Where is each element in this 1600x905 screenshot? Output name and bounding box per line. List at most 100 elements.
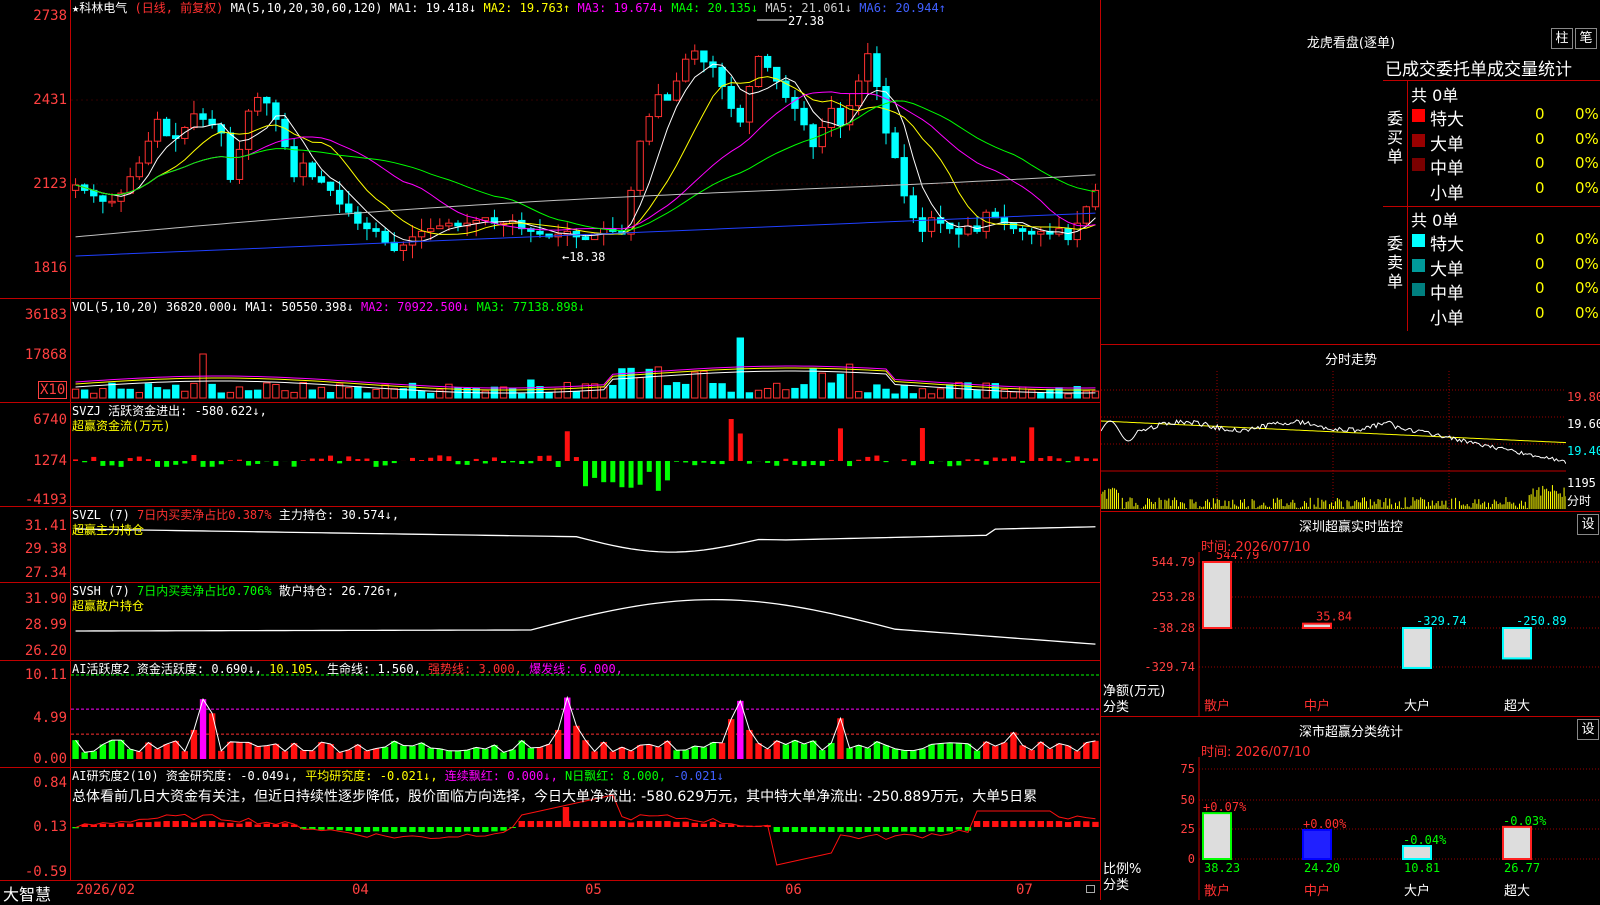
sz-monitor-settings-button[interactable]: 设 — [1577, 514, 1599, 535]
volume-bar — [774, 383, 780, 398]
sell-row-pct: 0% — [1575, 230, 1599, 248]
volume-bar — [418, 391, 424, 398]
volume-bar — [855, 392, 861, 398]
kline-mode[interactable]: (日线, 前复权) — [134, 1, 223, 15]
ai-activity-panel[interactable]: 10.11 4.99 0.00 AI活跃度2 资金活跃度: 0.690↓, 10… — [0, 661, 1100, 768]
volume-bar — [874, 385, 880, 398]
candle-body — [764, 56, 770, 67]
candle-body — [100, 196, 106, 201]
volume-bar — [446, 384, 452, 398]
volume-bar — [564, 382, 570, 398]
kline-ylab: 2431 — [33, 93, 67, 107]
volume-panel[interactable]: 36183 17868 X10 VOL(5,10,20) 36820.000↓ … — [0, 299, 1100, 403]
activity-bar — [254, 746, 260, 759]
sell-row-name: 大单 — [1430, 255, 1464, 280]
ai1-ylab: 4.99 — [33, 711, 67, 725]
flow-bar — [109, 461, 114, 465]
holding-line — [76, 600, 1096, 645]
research-bar — [937, 827, 943, 832]
candle-body — [701, 51, 707, 62]
activity-bar — [801, 744, 807, 759]
sz-class-bar-value: 24.20 — [1304, 861, 1340, 875]
stock-name[interactable]: ★科林电气 — [72, 1, 127, 15]
intraday-plot[interactable] — [1101, 371, 1566, 511]
kline-y-axis: 2738 2431 2123 1816 — [0, 0, 71, 298]
research-bar — [446, 827, 452, 832]
ai1-y-axis: 10.11 4.99 0.00 — [0, 661, 71, 767]
research-bar — [227, 823, 233, 827]
activity-bar — [91, 751, 97, 759]
volume-bar — [837, 374, 843, 398]
date-label: 04 — [352, 882, 369, 898]
research-bar — [528, 821, 534, 827]
volume-bar — [482, 391, 488, 398]
research-bar — [1074, 821, 1080, 827]
flow-bar — [956, 461, 961, 466]
svsh-panel[interactable]: 31.90 28.99 26.20 SVSH (7) 7日内买卖净占比0.706… — [0, 583, 1100, 661]
ai2-plot[interactable] — [71, 768, 1100, 880]
buy-row-color-swatch — [1412, 158, 1425, 171]
kline-panel[interactable]: 2738 2431 2123 1816 ★科林电气 (日线, 前复权) MA(5… — [0, 0, 1100, 299]
activity-bar — [846, 748, 852, 759]
candle-body — [1019, 229, 1025, 232]
flow-bar — [738, 433, 743, 461]
ai2-v4: N日飘红: 8.000, — [565, 769, 666, 783]
activity-bar — [655, 747, 661, 759]
svzj-panel[interactable]: 6740 1274 -4193 SVZJ 活跃资金进出: -580.622↓, … — [0, 403, 1100, 507]
candle-body — [655, 95, 661, 117]
research-bar — [855, 827, 861, 832]
candle-body — [956, 229, 962, 234]
research-bar — [974, 821, 980, 827]
research-bar — [692, 823, 698, 827]
buy-row-count: 0 — [1535, 154, 1545, 172]
flow-bar — [501, 461, 506, 463]
sz-class-category: 大户 — [1404, 883, 1430, 899]
svzj-ylab: 1274 — [33, 454, 67, 468]
research-bar — [100, 824, 106, 827]
svzl-panel[interactable]: 31.41 29.38 27.34 SVZL (7) 7日内买卖净占比0.387… — [0, 507, 1100, 583]
activity-bar — [509, 750, 515, 759]
volume-y-axis: 36183 17868 X10 — [0, 299, 71, 402]
candle-body — [874, 54, 880, 87]
activity-bar — [245, 742, 251, 759]
ai2-ylab: 0.84 — [33, 776, 67, 790]
price-line — [1101, 420, 1566, 464]
volume-bar — [519, 394, 525, 398]
buy-row-name: 特大 — [1430, 105, 1464, 130]
volume-bar — [373, 389, 379, 398]
sz-class-settings-button[interactable]: 设 — [1577, 719, 1599, 740]
research-bar — [655, 821, 661, 827]
volume-bar — [218, 393, 224, 398]
ai2-v1: 资金研究度: -0.049↓, — [166, 769, 298, 783]
activity-bar — [573, 726, 579, 759]
buy-section: 委买单 共 0单 特大00%大单00%中单00%小单00% — [1383, 81, 1600, 207]
date-bar: 大智慧 2026/02 04 05 06 07 — [0, 881, 1100, 900]
activity-bar — [682, 750, 688, 759]
ai-research-panel[interactable]: 0.84 0.13 -0.59 AI研究度2(10) 资金研究度: -0.049… — [0, 768, 1100, 881]
intraday-panel[interactable]: 分时走势 19.80 19.60 19.40 1195 分时 — [1100, 345, 1600, 512]
volume-bar — [364, 393, 370, 398]
activity-bar — [637, 745, 643, 759]
tick-mode-button[interactable]: 笔 — [1575, 28, 1597, 49]
ai1-header: AI活跃度2 资金活跃度: 0.690↓, 10.105, 生命线: 1.560… — [72, 662, 623, 677]
candle-body — [336, 190, 342, 204]
flow-bar — [692, 461, 697, 465]
candle-body — [819, 128, 825, 147]
candle-body — [418, 231, 424, 236]
svsh-ylab: 26.20 — [25, 644, 67, 658]
activity-bar — [473, 747, 479, 759]
bar-mode-button[interactable]: 柱 — [1551, 28, 1573, 49]
candle-body — [637, 141, 643, 190]
ai1-v5: 爆发线: 6.000, — [529, 662, 623, 676]
activity-bar — [974, 751, 980, 759]
volume-bar — [682, 384, 688, 398]
research-bar — [118, 823, 124, 827]
research-bar — [355, 827, 361, 832]
flow-bar — [355, 459, 360, 461]
candle-body — [227, 133, 233, 179]
sz-class-bar-change: -0.04% — [1403, 833, 1447, 847]
flow-bar — [729, 419, 734, 461]
activity-bar — [300, 750, 306, 759]
flow-bar — [556, 461, 561, 467]
flow-bar — [519, 461, 524, 464]
